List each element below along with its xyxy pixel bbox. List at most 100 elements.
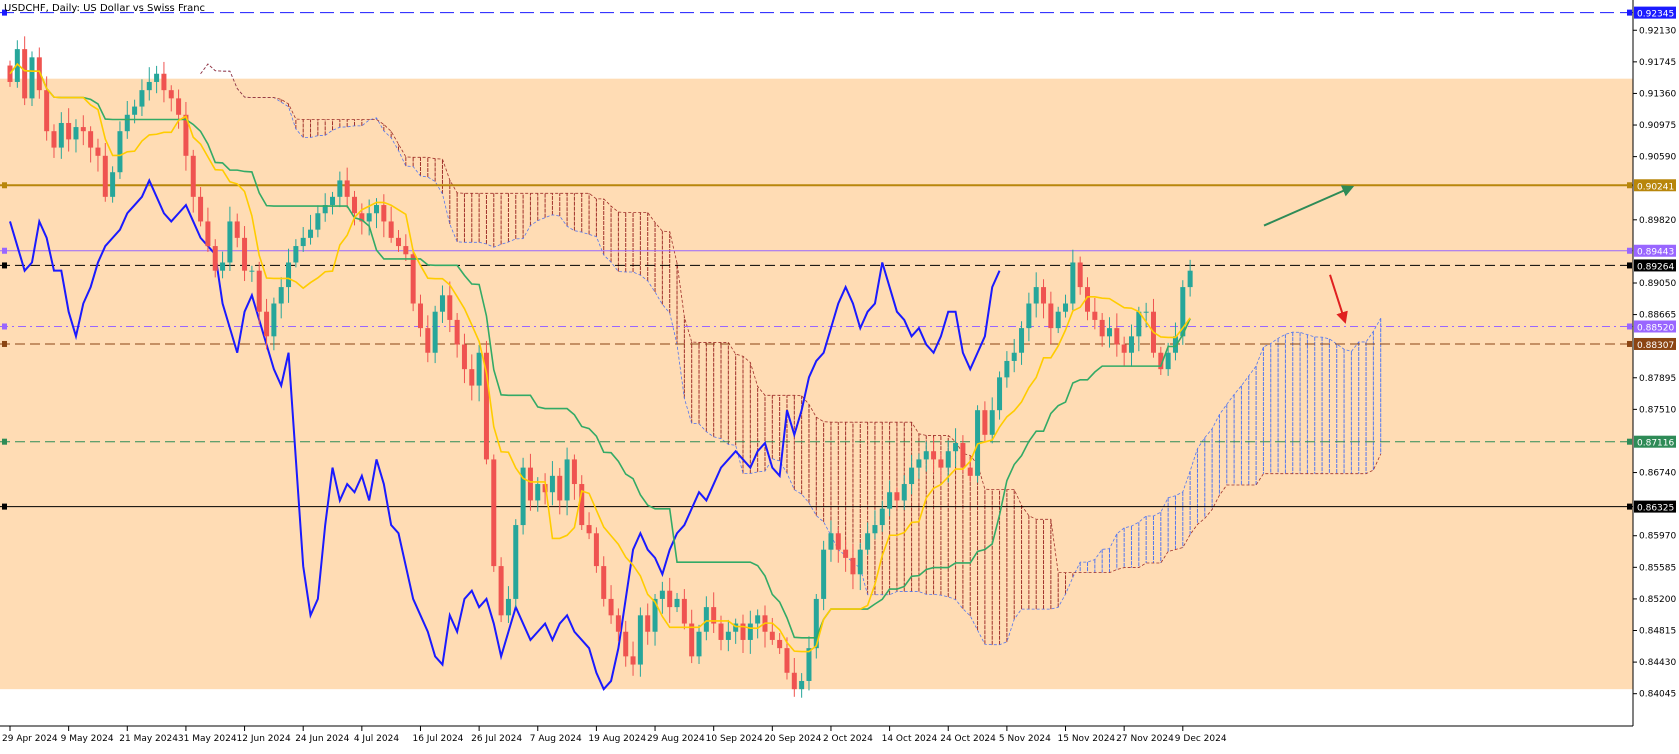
candle-body[interactable] (176, 98, 182, 115)
candle-body[interactable] (102, 155, 108, 197)
candle-body[interactable] (843, 549, 849, 558)
candle-body[interactable] (923, 451, 929, 460)
candle-body[interactable] (989, 410, 995, 435)
candle-body[interactable] (95, 147, 101, 156)
candle-body[interactable] (1187, 270, 1193, 288)
candle-body[interactable] (344, 180, 350, 197)
candle-body[interactable] (571, 459, 577, 485)
candle-body[interactable] (535, 484, 541, 501)
candle-body[interactable] (498, 566, 504, 616)
candle-body[interactable] (476, 352, 482, 386)
candle-body[interactable] (22, 49, 28, 99)
candle-body[interactable] (982, 410, 988, 435)
candle-body[interactable] (190, 155, 196, 197)
candle-body[interactable] (1011, 352, 1017, 361)
candle-body[interactable] (967, 467, 973, 476)
candle-body[interactable] (674, 598, 680, 608)
candle-body[interactable] (58, 122, 64, 148)
candle-body[interactable] (168, 90, 174, 99)
candle-body[interactable] (608, 598, 614, 616)
candle-body[interactable] (960, 443, 966, 468)
candle-body[interactable] (242, 237, 248, 271)
candle-body[interactable] (637, 615, 643, 665)
candle-body[interactable] (403, 246, 409, 255)
candle-body[interactable] (1041, 287, 1047, 304)
candle-body[interactable] (1099, 319, 1105, 337)
candle-body[interactable] (549, 475, 555, 493)
candle-body[interactable] (227, 221, 233, 263)
candle-body[interactable] (439, 295, 445, 312)
candle-body[interactable] (557, 475, 563, 501)
candle-body[interactable] (1107, 328, 1112, 337)
candle-body[interactable] (447, 295, 453, 320)
candle-body[interactable] (703, 607, 709, 632)
candle-body[interactable] (198, 196, 204, 222)
candle-body[interactable] (286, 262, 292, 288)
candle-body[interactable] (1019, 328, 1025, 353)
candle-body[interactable] (667, 590, 673, 608)
candle-body[interactable] (615, 615, 621, 632)
candle-body[interactable] (308, 229, 314, 238)
candle-body[interactable] (432, 311, 438, 353)
candle-body[interactable] (1143, 311, 1149, 313)
candle-body[interactable] (513, 525, 519, 599)
candle-body[interactable] (395, 237, 401, 247)
price-chart[interactable]: 0.92130 0.91745 0.91360 0.90975 0.90590 0.898… (0, 0, 1679, 750)
candle-body[interactable] (51, 131, 57, 148)
candle-body[interactable] (1165, 352, 1171, 370)
candle-body[interactable] (146, 81, 152, 91)
candle-body[interactable] (747, 623, 753, 640)
candle-body[interactable] (953, 443, 959, 452)
candle-body[interactable] (271, 303, 277, 337)
candle-body[interactable] (784, 648, 790, 673)
candle-body[interactable] (80, 127, 86, 132)
candle-body[interactable] (601, 566, 607, 599)
candle-body[interactable] (44, 90, 50, 132)
candle-body[interactable] (110, 172, 116, 197)
candle-body[interactable] (381, 205, 387, 222)
candle-body[interactable] (300, 237, 306, 247)
candle-body[interactable] (124, 114, 130, 132)
candle-body[interactable] (916, 459, 922, 468)
candle-body[interactable] (901, 484, 907, 501)
candle-body[interactable] (879, 508, 885, 526)
candle-body[interactable] (777, 639, 783, 649)
candle-body[interactable] (249, 270, 255, 272)
candle-body[interactable] (73, 127, 79, 140)
candle-body[interactable] (828, 533, 834, 550)
candle-body[interactable] (330, 196, 336, 206)
candle-body[interactable] (645, 615, 651, 632)
candle-body[interactable] (66, 122, 72, 140)
candle-body[interactable] (630, 656, 636, 665)
candle-body[interactable] (1004, 360, 1010, 378)
candle-body[interactable] (161, 73, 167, 91)
candle-body[interactable] (1055, 311, 1061, 329)
candle-body[interactable] (1121, 344, 1127, 353)
candle-body[interactable] (945, 451, 951, 468)
candle-body[interactable] (1063, 303, 1069, 312)
candle-body[interactable] (769, 631, 775, 640)
candle-body[interactable] (1070, 262, 1076, 304)
candle-body[interactable] (1033, 287, 1039, 304)
candle-body[interactable] (234, 221, 240, 238)
candle-body[interactable] (681, 598, 687, 624)
candle-body[interactable] (593, 533, 599, 567)
candle-body[interactable] (505, 598, 511, 616)
candle-body[interactable] (154, 73, 160, 82)
candle-body[interactable] (461, 344, 467, 370)
candle-body[interactable] (997, 377, 1003, 411)
candle-body[interactable] (293, 246, 299, 263)
candle-body[interactable] (117, 131, 123, 173)
candle-body[interactable] (491, 459, 497, 567)
candle-body[interactable] (139, 90, 145, 107)
candle-body[interactable] (938, 459, 944, 468)
candle-body[interactable] (212, 246, 218, 271)
candle-body[interactable] (696, 631, 702, 657)
candle-body[interactable] (931, 451, 937, 460)
candle-body[interactable] (417, 303, 423, 329)
chart-window[interactable]: 0.92130 0.91745 0.91360 0.90975 0.90590 0.898… (0, 0, 1679, 750)
candle-body[interactable] (791, 672, 797, 690)
candle-body[interactable] (29, 57, 35, 99)
candle-body[interactable] (835, 533, 841, 550)
candle-body[interactable] (1048, 303, 1054, 329)
